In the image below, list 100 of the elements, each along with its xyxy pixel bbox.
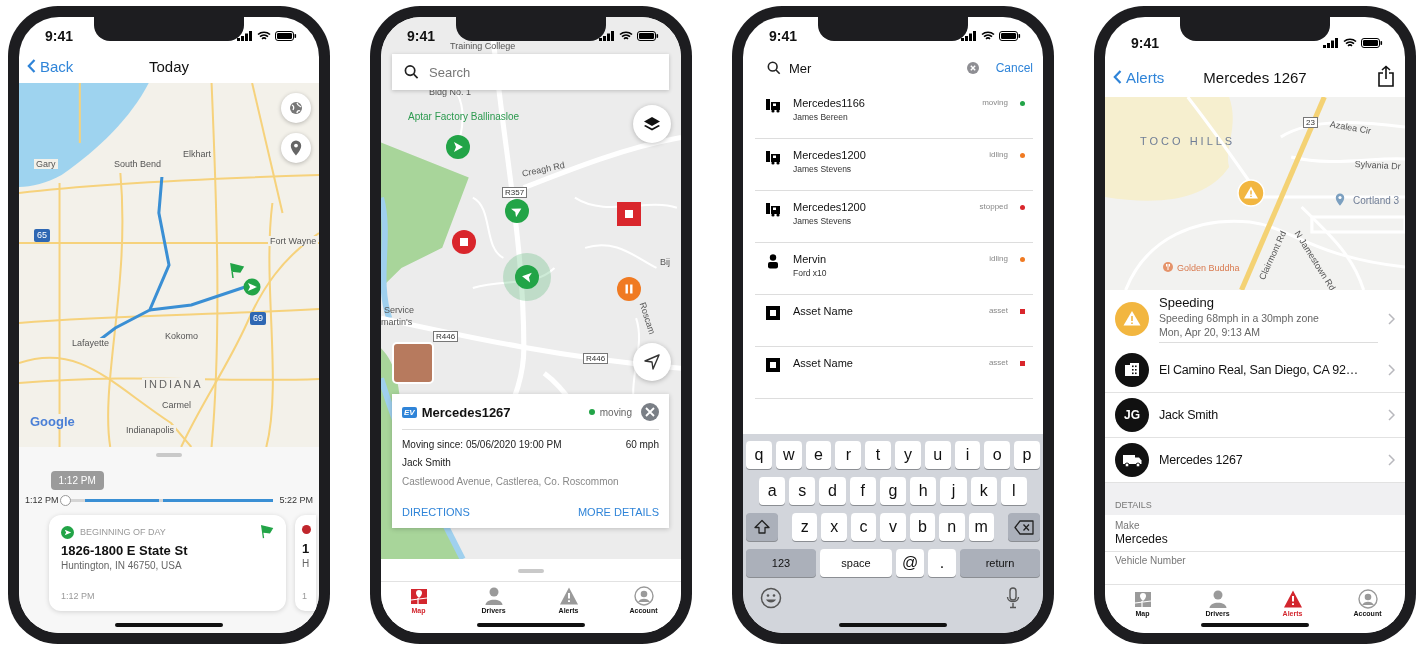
microphone-icon[interactable] (1006, 587, 1020, 609)
result-status: idling (989, 254, 1008, 263)
screen-title: Mercedes 1267 (1203, 68, 1307, 86)
keyboard-key[interactable]: j (940, 477, 967, 505)
stopped-vehicle-marker[interactable] (452, 230, 476, 254)
idling-vehicle-marker[interactable] (617, 277, 641, 301)
keyboard-key[interactable]: g (879, 477, 907, 505)
warning-marker-icon[interactable] (1237, 179, 1265, 207)
keyboard-key[interactable]: t (865, 441, 891, 469)
emoji-icon[interactable] (760, 587, 782, 609)
keyboard-key[interactable]: l (1000, 477, 1027, 505)
map-label: Aptar Factory Ballinasloe (408, 111, 520, 122)
keyboard-key[interactable]: n (939, 513, 965, 541)
keyboard-key[interactable]: i (954, 441, 981, 469)
map-label: Sylvania Dr (1354, 159, 1401, 172)
keyboard-key[interactable]: c (850, 513, 877, 541)
result-status: moving (982, 98, 1008, 107)
keyboard-key[interactable]: e (805, 441, 832, 469)
back-button[interactable]: Alerts (1113, 68, 1165, 86)
alert-row[interactable]: Speeding Speeding 68mph in a 30mph zone Mon, Apr 20, 9:13 AM (1105, 290, 1405, 348)
asset-vehicle-marker[interactable] (617, 202, 641, 226)
vehicle-name: Mercedes1267 (421, 404, 512, 420)
moving-vehicle-marker[interactable] (515, 265, 539, 289)
keyboard-key[interactable]: k (970, 477, 997, 505)
cancel-button[interactable]: Cancel (995, 61, 1033, 75)
return-key[interactable]: return (960, 549, 1040, 577)
warning-icon (1115, 302, 1149, 336)
start-time: 1:12 PM (25, 495, 59, 505)
square-icon (765, 305, 781, 321)
delete-key[interactable] (1007, 513, 1040, 541)
result-detail: James Stevens (793, 216, 853, 226)
keyboard-key[interactable]: h (910, 477, 937, 505)
wifi-icon (257, 31, 271, 41)
location-pin-icon (290, 140, 302, 156)
keyboard-key[interactable]: y (895, 441, 921, 469)
close-button[interactable] (641, 403, 659, 421)
result-detail: Ford x10 (793, 268, 828, 278)
keyboard-key[interactable]: b (909, 513, 936, 541)
keyboard-key[interactable]: q (746, 441, 772, 469)
driver-initials-avatar: JG (1115, 398, 1149, 432)
share-icon[interactable] (1377, 65, 1395, 87)
keyboard-key[interactable]: m (968, 513, 994, 541)
keyboard-key[interactable]: f (849, 477, 876, 505)
person-icon (1207, 589, 1228, 609)
status-time: 9:41 (769, 28, 798, 44)
driver-row[interactable]: JG Jack Smith (1105, 393, 1405, 438)
keyboard-key[interactable]: v (880, 513, 906, 541)
search-result[interactable]: Mercedes1166 James Bereen moving (755, 87, 1033, 139)
keyboard-key[interactable]: r (835, 441, 862, 469)
search-result[interactable]: Mercedes1200 James Stevens idling (755, 139, 1033, 191)
map-label: R446 (583, 353, 609, 364)
vehicle-speed: 60 mph (625, 439, 659, 450)
navigation-arrow-icon (643, 353, 661, 371)
stop-card[interactable]: BEGINNING OF DAY 1826-1800 E State St Huntington, IN 46750, USA 1:12 PM (49, 515, 286, 611)
stop-card[interactable]: 1 H 1 (295, 515, 316, 611)
sheet-handle[interactable] (518, 569, 544, 573)
keyboard-key[interactable]: x (821, 513, 847, 541)
back-button[interactable]: Back (27, 57, 74, 75)
sheet-handle[interactable] (156, 453, 182, 457)
place-row[interactable]: El Camino Real, San Diego, CA 92… (1105, 348, 1405, 393)
map-label: Cortland 3 (1353, 195, 1400, 206)
space-key[interactable]: space (820, 549, 892, 577)
map-label: R446 (433, 331, 459, 342)
map-label: Training College (450, 41, 516, 51)
wifi-icon (981, 31, 995, 41)
search-field[interactable]: Search (392, 54, 669, 90)
vehicle-status: moving (599, 406, 632, 418)
keyboard-key[interactable]: p (1014, 441, 1040, 469)
keyboard-key[interactable]: @ (896, 549, 924, 577)
keyboard-key[interactable]: o (984, 441, 1011, 469)
detail-value: Mercedes (1115, 532, 1169, 546)
search-result[interactable]: Mercedes1200 James Stevens stopped (755, 191, 1033, 243)
map-label: TOCO HILLS (1140, 135, 1236, 147)
directions-link[interactable]: DIRECTIONS (402, 506, 470, 518)
keyboard-key[interactable]: s (789, 477, 816, 505)
location-pin-icon (1335, 193, 1345, 206)
keyboard-key[interactable]: w (775, 441, 802, 469)
numbers-key[interactable]: 123 (746, 549, 816, 577)
keyboard-key[interactable]: a (759, 477, 786, 505)
keyboard-key[interactable]: . (928, 549, 956, 577)
result-name: Mercedes1200 (793, 201, 867, 213)
moving-vehicle-marker[interactable] (446, 135, 470, 159)
result-status: stopped (979, 202, 1008, 211)
alert-time: Mon, Apr 20, 9:13 AM (1159, 326, 1261, 338)
warning-icon (1282, 589, 1303, 609)
moving-vehicle-marker[interactable] (505, 199, 529, 223)
keyboard-key[interactable]: u (924, 441, 951, 469)
photo-placeholder[interactable] (392, 342, 434, 384)
battery-icon (1361, 38, 1383, 48)
end-time: 5:22 PM (279, 495, 313, 505)
clear-icon[interactable] (966, 62, 979, 74)
search-result[interactable]: Asset Name asset (755, 347, 1033, 399)
shift-key[interactable] (746, 513, 778, 541)
search-result[interactable]: Asset Name asset (755, 295, 1033, 347)
search-result[interactable]: Mervin Ford x10 idling (755, 243, 1033, 295)
more-details-link[interactable]: MORE DETAILS (577, 506, 659, 518)
keyboard-key[interactable]: d (819, 477, 846, 505)
chevron-left-icon (1113, 69, 1122, 85)
keyboard-key[interactable]: z (792, 513, 818, 541)
map-label: Google (28, 414, 77, 430)
